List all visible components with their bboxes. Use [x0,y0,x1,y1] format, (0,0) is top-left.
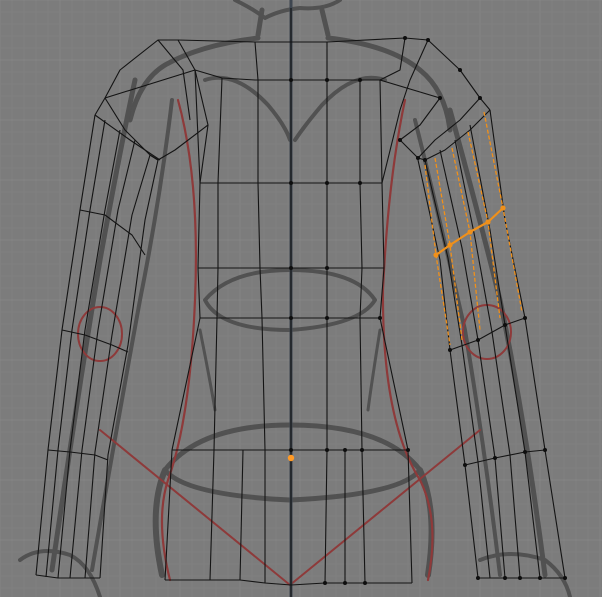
mesh-edge[interactable] [417,159,479,579]
mesh-vertex[interactable] [325,78,329,82]
mesh-vertex[interactable] [289,181,293,185]
mesh-vertex[interactable] [398,138,402,142]
mesh-vertex[interactable] [478,96,482,100]
mesh-vertex[interactable] [343,581,347,585]
guide-diagonal-right [289,429,481,586]
mesh-vertex[interactable] [543,448,547,452]
mesh-edge[interactable] [359,80,366,584]
selected-adjacent-edge[interactable] [434,157,463,341]
mesh-vertex[interactable] [438,96,442,100]
reference-sketch-image [18,0,572,597]
mesh-vertex[interactable] [518,576,522,580]
mesh-vertex[interactable] [448,348,452,352]
3d-viewport[interactable] [0,0,602,597]
object-origin-point[interactable] [287,454,295,462]
mesh-vertex[interactable] [406,448,410,452]
sketch-hip-left [152,467,168,578]
mesh-vertex[interactable] [403,36,407,40]
mesh-vertex[interactable] [426,38,430,42]
selected-vertex[interactable] [467,229,473,235]
selected-vertex[interactable] [500,205,506,211]
mesh-vertex[interactable] [289,316,293,320]
selected-vertex[interactable] [447,242,453,248]
mesh-vertex[interactable] [289,448,293,452]
red-guide-curves [77,98,512,586]
mesh-vertex[interactable] [416,156,420,160]
selected-vertex[interactable] [485,219,491,225]
sketch-arm-left-outer [49,77,138,573]
sketch-neck-right [319,7,331,38]
mesh-edge[interactable] [404,37,491,111]
mesh-vertex[interactable] [463,463,467,467]
sketch-chest-left [203,75,292,142]
mesh-vertex[interactable] [325,448,329,452]
mesh-vertex[interactable] [378,316,382,320]
mesh-vertex[interactable] [563,576,567,580]
mesh-vertex[interactable] [423,158,427,162]
selected-vertex[interactable] [433,252,439,258]
mesh-vertex[interactable] [343,448,347,452]
mesh-edge[interactable] [84,154,151,579]
mesh-vertex[interactable] [358,181,362,185]
mesh-vertex[interactable] [325,316,329,320]
mesh-vertex[interactable] [289,78,293,82]
mesh-edge[interactable] [79,209,146,256]
mesh-vertex[interactable] [503,323,507,327]
mesh-vertex[interactable] [360,448,364,452]
mesh-vertex[interactable] [523,316,527,320]
guide-diagonal-left [99,429,291,586]
mesh-vertex[interactable] [358,78,362,82]
mesh-vertex[interactable] [476,338,480,342]
mesh-vertex[interactable] [493,456,497,460]
mesh-vertex[interactable] [323,581,327,585]
mesh-vertex[interactable] [325,266,329,270]
mesh-vertex[interactable] [523,450,527,454]
selected-edge[interactable] [487,207,504,223]
mesh-vertex[interactable] [476,576,480,580]
mesh-vertex[interactable] [325,181,329,185]
mesh-vertex[interactable] [289,266,293,270]
mesh-vertex[interactable] [363,581,367,585]
selected-edge[interactable] [449,231,471,246]
guide-torso-left [160,98,198,582]
mesh-vertex[interactable] [538,576,542,580]
mesh-vertex[interactable] [458,68,462,72]
mesh-vertex[interactable] [503,576,507,580]
